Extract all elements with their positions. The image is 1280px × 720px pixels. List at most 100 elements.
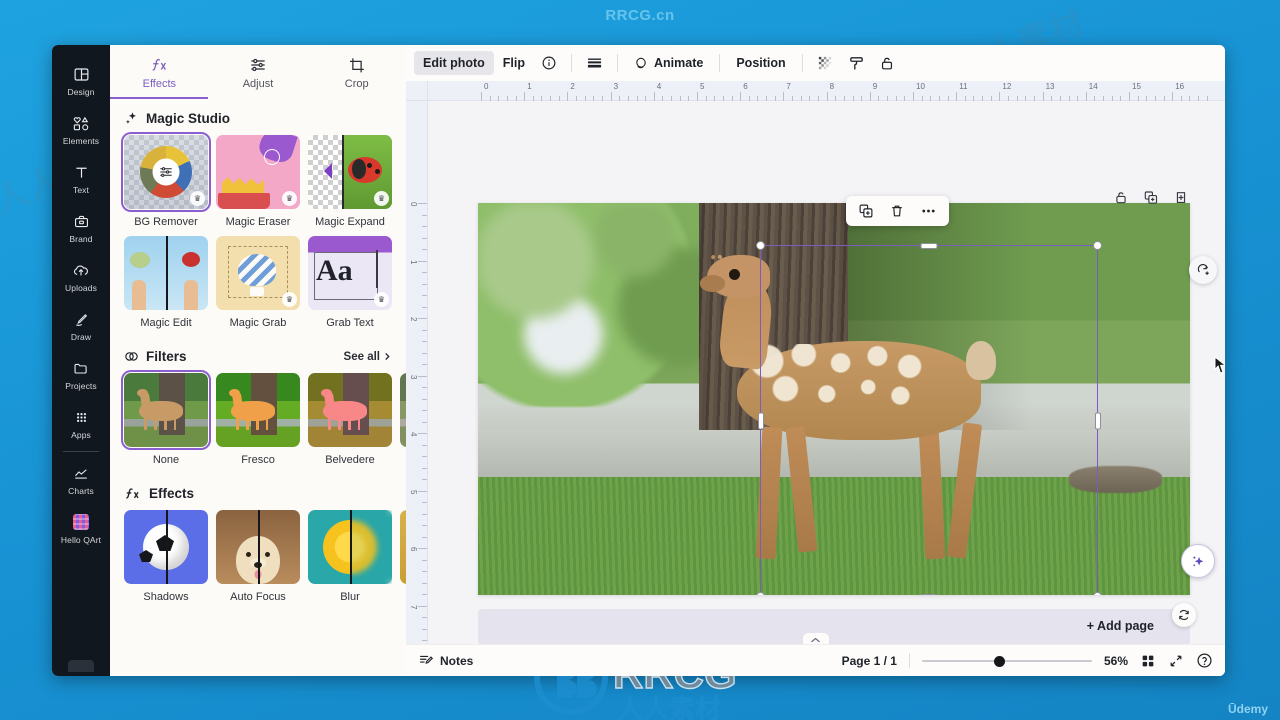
sidebar-item-elements[interactable]: Elements: [52, 104, 110, 153]
notes-button[interactable]: Notes: [418, 653, 473, 668]
section-header-effects: Effects: [110, 474, 406, 510]
tile-magic-eraser[interactable]: ♛ Magic Eraser: [216, 135, 300, 236]
filter-circles-icon: [124, 349, 139, 364]
ruler-minor-tick: [688, 81, 690, 101]
tile-thumbnail: [121, 370, 211, 450]
tile-bg-remover[interactable]: ♛ BG Remover: [121, 132, 211, 236]
resize-handle-top-right[interactable]: [1093, 241, 1102, 250]
info-icon[interactable]: [534, 50, 564, 76]
ruler-minor-tick: [550, 81, 552, 101]
ruler-tick: 14: [1085, 81, 1098, 101]
tile-thumbnail: Aa ♛: [308, 236, 392, 310]
tab-effects[interactable]: Effects: [110, 45, 209, 99]
zoom-slider-knob[interactable]: [993, 655, 1005, 667]
tile-label: Magic Grab: [229, 317, 287, 329]
lock-open-icon[interactable]: [1109, 185, 1133, 210]
ruler-minor-tick: [1137, 81, 1139, 101]
filters-row[interactable]: None Fresco Belvedere: [110, 370, 406, 474]
resize-handle-bottom[interactable]: [920, 593, 938, 595]
add-page-label: + Add page: [1086, 619, 1154, 633]
artboard-page-1[interactable]: [478, 203, 1190, 595]
edit-photo-button[interactable]: Edit photo: [414, 51, 494, 75]
add-page-icon[interactable]: [1169, 185, 1193, 210]
ruler-minor-tick: [601, 81, 603, 101]
sidebar-item-design[interactable]: Design: [52, 55, 110, 104]
ruler-minor-tick: [1206, 81, 1208, 101]
sidebar-item-projects[interactable]: Projects: [52, 349, 110, 398]
ruler-minor-tick: [973, 81, 975, 101]
filter-tile-none[interactable]: None: [121, 370, 211, 474]
ruler-minor-tick: [1025, 81, 1027, 101]
tile-label: Magic Edit: [140, 317, 192, 329]
zoom-slider[interactable]: [921, 654, 1092, 668]
ruler-minor-tick: [1051, 81, 1053, 101]
effect-tile-shadows[interactable]: Shadows: [124, 510, 208, 611]
filter-tile-fresco[interactable]: Fresco: [216, 373, 300, 474]
tile-magic-edit[interactable]: Magic Edit: [124, 236, 208, 337]
resize-handle-top[interactable]: [920, 242, 938, 249]
magic-assistant-button[interactable]: [1181, 544, 1215, 578]
selection-frame[interactable]: [756, 241, 1102, 595]
effect-tile-auto-focus[interactable]: Auto Focus: [216, 510, 300, 611]
canvas-scroll-area[interactable]: + Add page: [428, 101, 1225, 645]
sidebar-item-brand[interactable]: Brand: [52, 202, 110, 251]
grid-view-icon[interactable]: [1140, 653, 1156, 669]
trash-icon[interactable]: [883, 199, 911, 223]
tile-grab-text[interactable]: Aa ♛ Grab Text: [308, 236, 392, 337]
ruler-minor-tick: [895, 81, 897, 101]
resize-handle-left[interactable]: [757, 412, 764, 430]
notes-label: Notes: [440, 653, 474, 668]
filter-tile-belvedere[interactable]: Belvedere: [308, 373, 392, 474]
help-circle-icon[interactable]: [1196, 652, 1213, 669]
paint-roller-icon[interactable]: [841, 50, 872, 77]
resize-handle-bottom-right[interactable]: [1093, 592, 1102, 595]
animate-button[interactable]: Animate: [625, 51, 712, 76]
ruler-minor-tick: [904, 81, 906, 101]
expand-icon[interactable]: [1168, 653, 1184, 669]
ruler-tick: 13: [1042, 81, 1055, 101]
tile-thumbnail: ♛: [216, 135, 300, 209]
effects-row[interactable]: Shadows Auto Focus Blur: [110, 510, 406, 611]
tab-crop[interactable]: Crop: [307, 45, 406, 99]
ruler-minor-tick: [1163, 81, 1165, 101]
more-horizontal-icon[interactable]: [914, 199, 943, 223]
timeline-collapse-handle[interactable]: [802, 633, 829, 644]
zoom-slider-track: [921, 659, 1092, 662]
horizontal-ruler[interactable]: 0 1 2 3 4 5 6 7 8 9 10 11 12 13 14 15 16: [406, 81, 1225, 101]
sidebar-item-uploads[interactable]: Uploads: [52, 251, 110, 300]
tile-label: Belvedere: [325, 454, 375, 466]
refresh-icon[interactable]: [1172, 603, 1196, 627]
section-title: Magic Studio: [146, 111, 230, 126]
tile-magic-grab[interactable]: ♛ Magic Grab: [216, 236, 300, 337]
position-button[interactable]: Position: [727, 51, 794, 75]
sidebar-item-apps[interactable]: Apps: [52, 398, 110, 447]
vertical-ruler[interactable]: 0123456789: [406, 101, 428, 676]
duplicate-icon[interactable]: [852, 199, 880, 223]
ruler-minor-tick: [679, 81, 681, 101]
rotate-plus-button[interactable]: [1189, 256, 1217, 284]
effect-tile-blur[interactable]: Blur: [308, 510, 392, 611]
notes-icon: [418, 653, 434, 668]
filters-see-all-button[interactable]: See all: [344, 351, 392, 363]
ruler-tick: 5: [697, 81, 704, 101]
sidebar-item-text[interactable]: Text: [52, 153, 110, 202]
transparency-checker-icon[interactable]: [810, 50, 841, 77]
duplicate-icon[interactable]: [1139, 185, 1163, 210]
tab-adjust[interactable]: Adjust: [209, 45, 308, 99]
resize-handle-bottom-left[interactable]: [756, 592, 765, 595]
tile-magic-expand[interactable]: ♛ Magic Expand: [308, 135, 392, 236]
sidebar-item-charts[interactable]: Charts: [52, 454, 110, 503]
ruler-minor-tick: [506, 81, 508, 101]
ruler-minor-tick: [774, 81, 776, 101]
sidebar-item-hello-qart[interactable]: Hello QArt: [52, 503, 110, 552]
transparency-lines-icon[interactable]: [579, 50, 610, 76]
lock-open-icon[interactable]: [872, 50, 902, 77]
tile-thumbnail: [216, 510, 300, 584]
resize-handle-top-left[interactable]: [756, 241, 765, 250]
ruler-minor-tick: [938, 81, 940, 101]
add-page-bar[interactable]: + Add page: [478, 603, 1196, 645]
rail-collapse-handle[interactable]: [68, 660, 94, 672]
flip-button[interactable]: Flip: [494, 51, 534, 75]
resize-handle-right[interactable]: [1094, 412, 1101, 430]
sidebar-item-draw[interactable]: Draw: [52, 300, 110, 349]
